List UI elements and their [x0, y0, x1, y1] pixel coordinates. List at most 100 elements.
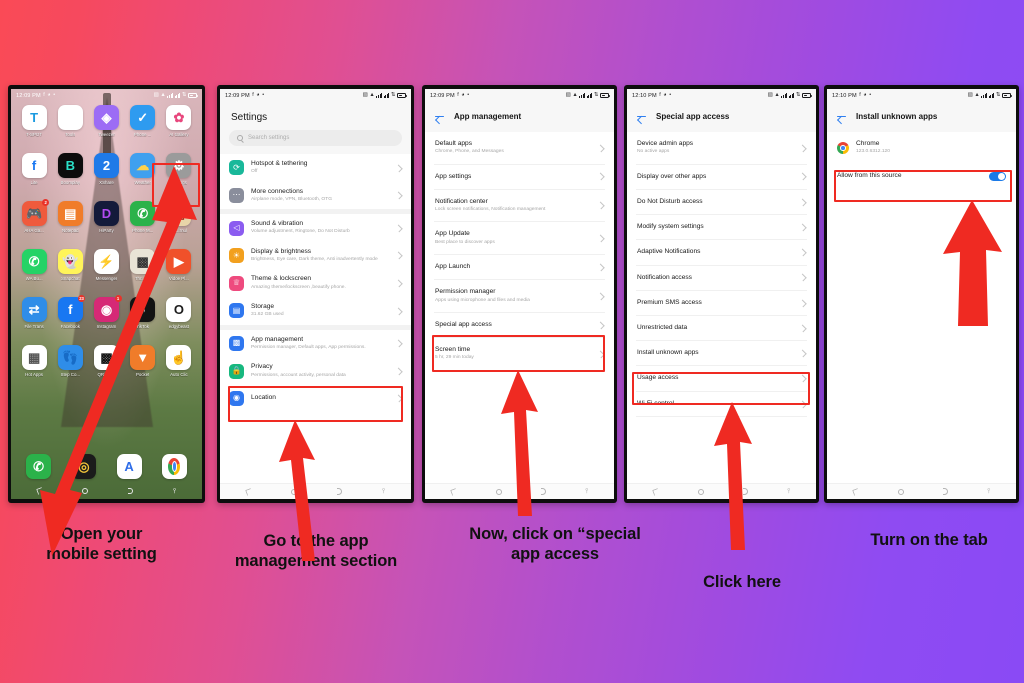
settings-row-hotspot-tethering[interactable]: ⟳ Hotspot & tethering Off: [220, 154, 411, 182]
signal-2-icon: [988, 93, 995, 98]
row-text: Do Not Disturb access: [637, 198, 793, 206]
row-subtitle: Off: [251, 169, 258, 175]
settings-row-display-brightness[interactable]: ☀ Display & brightness Brightness, Eye car…: [220, 242, 411, 270]
row-title: App Launch: [435, 263, 471, 271]
special-app-access-row-premium-sms-access[interactable]: Premium SMS access: [627, 291, 816, 315]
special-app-access-row-adaptive-notifications[interactable]: Adaptive Notifications: [627, 240, 816, 264]
app-management-row-app-launch[interactable]: App Launch: [425, 255, 614, 279]
search-placeholder: Search settings: [248, 135, 290, 141]
back-arrow-icon[interactable]: [636, 111, 647, 122]
status-bar-right: ▧ ▲ ⇅: [565, 91, 610, 98]
status-bar: 12:10 PM f ◕ • ▧ ▲ ⇅: [827, 89, 1016, 102]
row-text: Special app access: [435, 321, 591, 329]
row-text: Display over other apps: [637, 173, 793, 181]
row-text: Install unknown apps: [637, 349, 793, 357]
row-title: Notification center: [435, 197, 488, 205]
home-app-t-spot[interactable]: T T-SPOT: [16, 105, 52, 153]
app-management-row-app-settings[interactable]: App settings: [425, 165, 614, 189]
home-app-ai-gallery[interactable]: ✿ AI Gallery: [161, 105, 197, 153]
special-app-access-row-usage-access[interactable]: Usage access: [627, 366, 816, 390]
settings-row-privacy[interactable]: 🔒 Privacy Permissions, account activity, p…: [220, 357, 411, 385]
special-app-access-row-modify-system-settings[interactable]: Modify system settings: [627, 215, 816, 239]
status-bar-right: ▧ ▲ ⇅: [153, 91, 198, 98]
home-icon[interactable]: [897, 488, 904, 495]
row-text: More connections Airplane mode, VPN, Blue…: [251, 188, 389, 204]
app-management-row-permission-manager[interactable]: Permission manager Apps using microphone …: [425, 280, 614, 312]
accessibility-icon[interactable]: ⫯: [987, 488, 990, 495]
row-icon: ♕: [229, 275, 244, 291]
status-time: 12:09 PM: [16, 92, 41, 99]
row-icon: ▩: [229, 335, 244, 351]
app-management-row-screen-time[interactable]: Screen time 5 hr, 29 min today: [425, 338, 614, 370]
chevron-right-icon: [395, 367, 403, 375]
app-version: 123.0.6312.120: [856, 149, 890, 155]
sync-icon: ⇅: [390, 91, 396, 98]
chevron-right-icon: [799, 173, 807, 181]
snapchat-icon: ◕: [863, 91, 867, 98]
status-bar-left: 12:10 PM f ◕ •: [632, 91, 672, 99]
battery-icon: [397, 93, 407, 98]
caption-line-2: app access: [511, 545, 599, 564]
chevron-right-icon: [395, 164, 403, 172]
row-title: Hotspot & tethering: [251, 160, 308, 167]
facebook-icon: f: [457, 91, 459, 98]
home-app-phone[interactable]: ✓ Phone ...: [125, 105, 161, 153]
recents-icon[interactable]: [851, 487, 860, 496]
app-management-row-special-app-access[interactable]: Special app access: [425, 313, 614, 337]
home-app-tweezer[interactable]: ◈ Tweezer: [88, 105, 124, 153]
chevron-right-icon: [395, 394, 403, 403]
row-text: Privacy Permissions, account activity, pe…: [251, 363, 389, 379]
special-app-access-row-do-not-disturb-access[interactable]: Do Not Disturb access: [627, 190, 816, 214]
settings-row-theme-lockscreen[interactable]: ♕ Theme & lockscreen Amazing theme/lockscr…: [220, 269, 411, 297]
row-icon: ▤: [229, 303, 244, 319]
chevron-right-icon: [799, 374, 807, 383]
row-title: Usage access: [637, 374, 679, 382]
special-app-access-row-install-unknown-apps[interactable]: Install unknown apps: [627, 341, 816, 365]
special-app-access-row-unrestricted-data[interactable]: Unrestricted data: [627, 316, 816, 340]
row-title: App management: [251, 335, 304, 343]
recents-icon[interactable]: [449, 487, 458, 496]
caption-line-1: Click here: [703, 573, 781, 591]
special-app-access-row-display-over-other-apps[interactable]: Display over other apps: [627, 165, 816, 189]
app-management-row-notification-center[interactable]: Notification center Lock screen notificat…: [425, 190, 614, 222]
row-subtitle: Brightness, Eye care, Dark theme, Anti i…: [251, 257, 378, 263]
settings-row-location[interactable]: ◉ Location: [220, 385, 411, 412]
signal-1-icon: [781, 93, 788, 98]
allow-from-source-row[interactable]: Allow from this source: [827, 164, 1016, 190]
special-app-access-row-device-admin-apps[interactable]: Device admin apps No active apps: [627, 132, 816, 164]
accessibility-icon[interactable]: ⫯: [787, 488, 790, 495]
row-subtitle: Permissions, account activity, personal …: [251, 372, 346, 378]
search-input[interactable]: Search settings: [229, 130, 402, 146]
accessibility-icon[interactable]: ⫯: [382, 488, 385, 495]
screenshot-icon: ▧: [565, 91, 571, 98]
row-subtitle: 31.62 GB used: [251, 312, 284, 318]
recents-icon[interactable]: [651, 487, 660, 496]
settings-row-storage[interactable]: ▤ Storage 31.62 GB used: [220, 297, 411, 325]
app-management-row-default-apps[interactable]: Default apps Chrome, Phone, and Messages: [425, 132, 614, 164]
back-arrow-icon[interactable]: [434, 111, 445, 122]
special-app-access-row-notification-access[interactable]: Notification access: [627, 266, 816, 290]
settings-row-sound-vibration[interactable]: ◁ Sound & vibration Volume adjustment, Rin…: [220, 214, 411, 242]
settings-row-app-management[interactable]: ▩ App management Permission manager, Defau…: [220, 330, 411, 358]
app-management-row-app-update[interactable]: App Update Best place to discover apps: [425, 222, 614, 254]
row-text: Modify system settings: [637, 223, 793, 231]
settings-row-more-connections[interactable]: ⋯ More connections Airplane mode, VPN, Blu…: [220, 182, 411, 210]
app-label: Phone ...: [133, 132, 152, 137]
chevron-right-icon: [597, 173, 605, 181]
sync-icon: ⇅: [181, 91, 187, 98]
home-app-tools[interactable]: Tools: [52, 105, 88, 153]
snapchat-icon: ◕: [256, 91, 260, 98]
back-icon[interactable]: [942, 488, 948, 495]
wifi-icon: ▲: [572, 91, 578, 98]
dot-icon: •: [669, 91, 672, 98]
battery-icon: [802, 93, 812, 98]
row-icon: ☀: [229, 248, 244, 264]
battery-icon: [600, 93, 610, 98]
row-title: Device admin apps: [637, 140, 694, 147]
screenshot-icon: ▧: [153, 91, 159, 98]
back-arrow-icon[interactable]: [836, 111, 847, 122]
recents-icon[interactable]: [245, 487, 253, 496]
arrow-to-allow-toggle: [943, 200, 1002, 326]
accessibility-icon[interactable]: ⫯: [585, 488, 588, 495]
allow-from-source-toggle[interactable]: [989, 171, 1006, 182]
